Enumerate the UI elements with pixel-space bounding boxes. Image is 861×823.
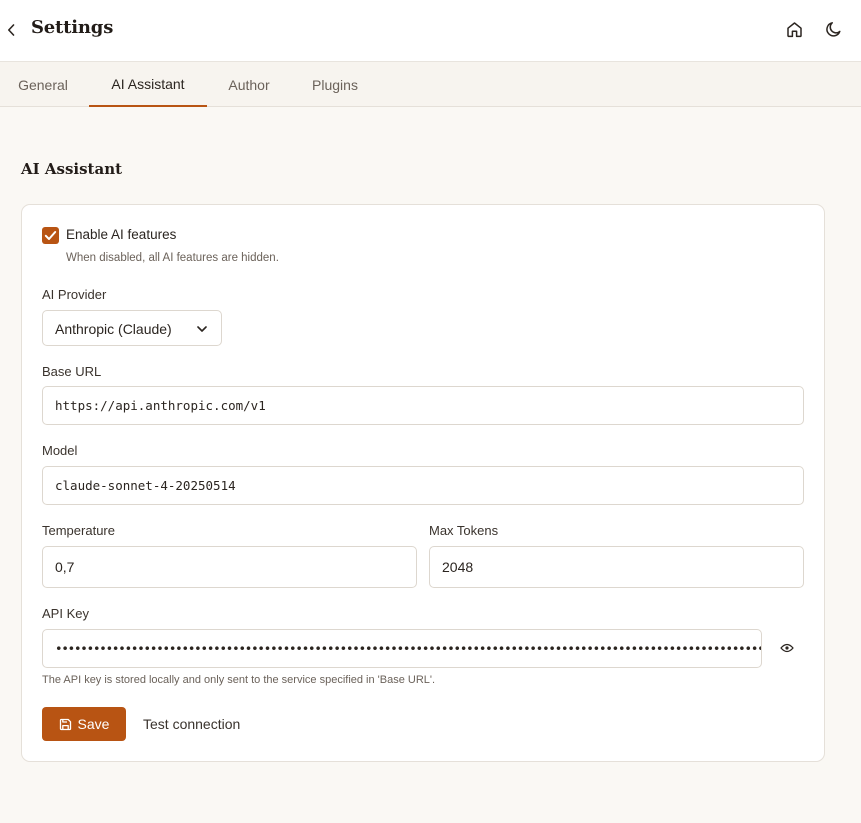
model-input[interactable]: claude-sonnet-4-20250514	[42, 466, 804, 505]
tab-general[interactable]: General	[0, 62, 86, 107]
save-icon	[59, 718, 71, 730]
moon-icon[interactable]	[823, 19, 843, 39]
eye-icon[interactable]	[778, 641, 796, 655]
test-connection-button[interactable]: Test connection	[143, 716, 240, 732]
chevron-down-icon	[196, 324, 208, 334]
temperature-label: Temperature	[42, 523, 115, 538]
page-title: Settings	[31, 17, 114, 38]
ai-settings-card: Enable AI features When disabled, all AI…	[21, 204, 825, 762]
max-tokens-input[interactable]: 2048	[429, 546, 804, 588]
tab-ai-assistant[interactable]: AI Assistant	[89, 62, 207, 107]
tab-plugins[interactable]: Plugins	[295, 62, 375, 107]
top-bar: Settings	[0, 0, 861, 62]
provider-select[interactable]: Anthropic (Claude)	[42, 310, 222, 346]
save-label: Save	[77, 716, 110, 732]
max-tokens-label: Max Tokens	[429, 523, 499, 538]
section-title: AI Assistant	[21, 160, 123, 178]
base-url-input[interactable]: https://api.anthropic.com/v1	[42, 386, 804, 425]
api-key-label: API Key	[42, 606, 89, 621]
api-key-help: The API key is stored locally and only s…	[42, 674, 436, 686]
save-button[interactable]: Save	[42, 707, 126, 741]
api-key-input[interactable]: ••••••••••••••••••••••••••••••••••••••••…	[42, 629, 762, 668]
temperature-input[interactable]: 0,7	[42, 546, 417, 588]
provider-label: AI Provider	[42, 287, 107, 302]
base-url-label: Base URL	[42, 364, 102, 379]
tab-author[interactable]: Author	[210, 62, 288, 107]
provider-value: Anthropic (Claude)	[55, 321, 172, 337]
enable-ai-checkbox[interactable]	[42, 227, 59, 244]
model-label: Model	[42, 443, 78, 458]
home-icon[interactable]	[784, 19, 804, 39]
chevron-left-icon[interactable]	[4, 20, 18, 40]
enable-ai-help: When disabled, all AI features are hidde…	[66, 252, 279, 264]
enable-ai-label[interactable]: Enable AI features	[66, 227, 176, 242]
tab-bar: General AI Assistant Author Plugins	[0, 62, 861, 107]
